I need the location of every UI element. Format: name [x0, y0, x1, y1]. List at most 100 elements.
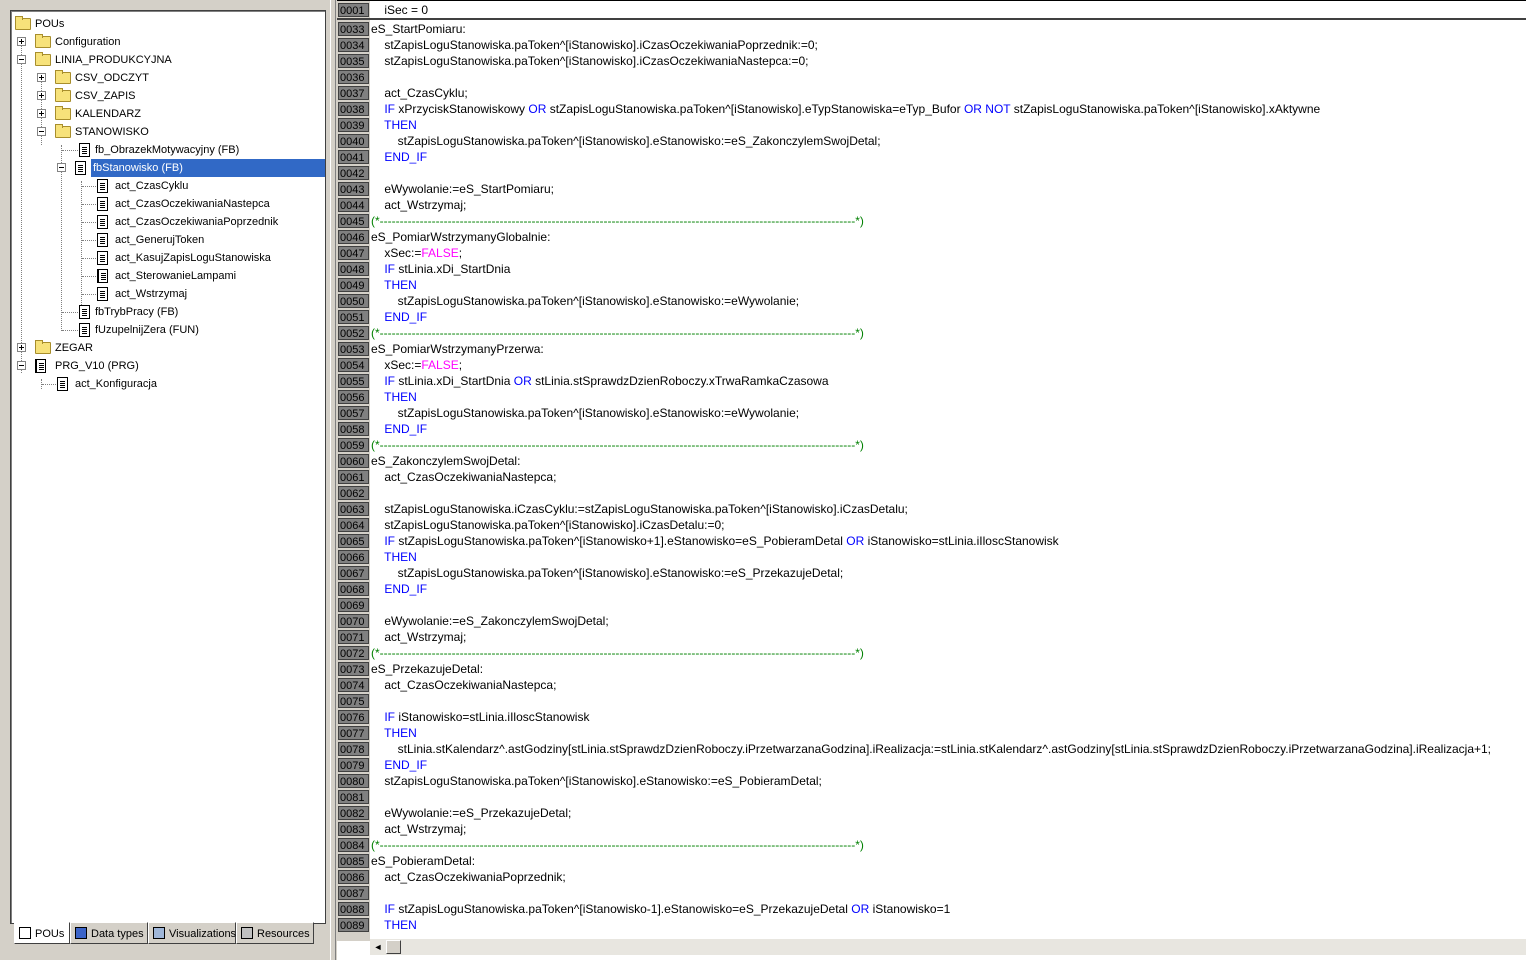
- code-line[interactable]: 0079 END_IF: [337, 757, 1526, 773]
- code-editor[interactable]: 0001 iSec = 0 0033 eS_StartPomiaru: 0034 s…: [337, 0, 1526, 960]
- code-line[interactable]: 0058 END_IF: [337, 421, 1526, 437]
- code-line[interactable]: 0076 IF iStanowisko=stLinia.iIloscStanow…: [337, 709, 1526, 725]
- code-line[interactable]: 0034 stZapisLoguStanowiska.paToken^[iSta…: [337, 37, 1526, 53]
- code-line[interactable]: 0001 iSec = 0: [337, 2, 1526, 18]
- code-line[interactable]: 0056 THEN: [337, 389, 1526, 405]
- code-line[interactable]: 0057 stZapisLoguStanowiska.paToken^[iSta…: [337, 405, 1526, 421]
- line-number: 0073: [338, 662, 369, 676]
- code-line[interactable]: 0064 stZapisLoguStanowiska.paToken^[iSta…: [337, 517, 1526, 533]
- expand-plus-icon[interactable]: [37, 91, 46, 100]
- code-line[interactable]: 0073 eS_PrzekazujeDetal:: [337, 661, 1526, 677]
- code-line[interactable]: 0036: [337, 69, 1526, 85]
- code-text: THEN: [384, 726, 417, 740]
- code-line[interactable]: 0065 IF stZapisLoguStanowiska.paToken^[i…: [337, 533, 1526, 549]
- code-line[interactable]: 0040 stZapisLoguStanowiska.paToken^[iSta…: [337, 133, 1526, 149]
- code-text: eS_PrzekazujeDetal:: [371, 662, 484, 676]
- pou-icon: [19, 927, 31, 939]
- line-number: 0061: [338, 470, 369, 484]
- code-text: act_CzasOczekiwaniaNastepca;: [371, 678, 557, 692]
- code-line[interactable]: 0081: [337, 789, 1526, 805]
- code-line[interactable]: 0089 THEN: [337, 917, 1526, 933]
- code-line[interactable]: 0046 eS_PomiarWstrzymanyGlobalnie:: [337, 229, 1526, 245]
- tree-item-label: PRG_V10 (PRG): [55, 360, 139, 372]
- code-line[interactable]: 0055 IF stLinia.xDi_StartDnia OR stLinia…: [337, 373, 1526, 389]
- code-line[interactable]: 0041 END_IF: [337, 149, 1526, 165]
- code-line[interactable]: 0054 xSec:=FALSE;: [337, 357, 1526, 373]
- code-text: THEN: [384, 918, 417, 932]
- expand-plus-icon[interactable]: [17, 343, 26, 352]
- collapse-minus-icon[interactable]: [37, 127, 46, 136]
- code-line[interactable]: 0049 THEN: [337, 277, 1526, 293]
- collapse-minus-icon[interactable]: [57, 163, 66, 172]
- code-line[interactable]: 0061 act_CzasOczekiwaniaNastepca;: [337, 469, 1526, 485]
- pane-splitter[interactable]: [330, 0, 336, 960]
- expand-plus-icon[interactable]: [17, 37, 26, 46]
- code-line[interactable]: 0039 THEN: [337, 117, 1526, 133]
- code-line[interactable]: 0047 xSec:=FALSE;: [337, 245, 1526, 261]
- document-icon: [79, 323, 90, 337]
- code-line[interactable]: 0072 (*----------------------------------…: [337, 645, 1526, 661]
- editor-border: [337, 0, 1526, 1]
- code-line[interactable]: 0083 act_Wstrzymaj;: [337, 821, 1526, 837]
- code-line[interactable]: 0059 (*----------------------------------…: [337, 437, 1526, 453]
- code-text: END_IF: [384, 422, 428, 436]
- tab-resources[interactable]: Resources: [236, 922, 314, 944]
- tab-visualizations[interactable]: Visualizations: [148, 922, 236, 944]
- declaration-separator[interactable]: [337, 18, 1526, 20]
- code-line[interactable]: 0060 eS_ZakonczylemSwojDetal:: [337, 453, 1526, 469]
- collapse-minus-icon[interactable]: [17, 55, 26, 64]
- horizontal-scrollbar[interactable]: ◄: [370, 938, 1526, 955]
- pou-tree[interactable]: POUs Configuration LINIA_PRODUKCYJNA CSV…: [10, 10, 326, 924]
- line-number: 0076: [338, 710, 369, 724]
- line-number: 0070: [338, 614, 369, 628]
- code-line[interactable]: 0063 stZapisLoguStanowiska.iCzasCyklu:=s…: [337, 501, 1526, 517]
- code-line[interactable]: 0053 eS_PomiarWstrzymanyPrzerwa:: [337, 341, 1526, 357]
- scroll-left-arrow-icon[interactable]: ◄: [370, 939, 386, 955]
- expand-plus-icon[interactable]: [37, 109, 46, 118]
- code-line[interactable]: 0033 eS_StartPomiaru:: [337, 21, 1526, 37]
- code-line[interactable]: 0066 THEN: [337, 549, 1526, 565]
- code-line[interactable]: 0067 stZapisLoguStanowiska.paToken^[iSta…: [337, 565, 1526, 581]
- code-text: act_Wstrzymaj;: [371, 198, 467, 212]
- code-line[interactable]: 0035 stZapisLoguStanowiska.paToken^[iSta…: [337, 53, 1526, 69]
- code-line[interactable]: 0048 IF stLinia.xDi_StartDnia: [337, 261, 1526, 277]
- code-line[interactable]: 0087: [337, 885, 1526, 901]
- code-text: iSec = 0: [371, 3, 429, 17]
- tab-data-types[interactable]: Data types: [70, 922, 148, 944]
- code-line[interactable]: 0086 act_CzasOczekiwaniaPoprzednik;: [337, 869, 1526, 885]
- code-line[interactable]: 0085 eS_PobieramDetal:: [337, 853, 1526, 869]
- code-line[interactable]: 0071 act_Wstrzymaj;: [337, 629, 1526, 645]
- folder-icon: [55, 88, 71, 102]
- code-line[interactable]: 0084 (*----------------------------------…: [337, 837, 1526, 853]
- code-line[interactable]: 0045 (*----------------------------------…: [337, 213, 1526, 229]
- code-line[interactable]: 0077 THEN: [337, 725, 1526, 741]
- code-line[interactable]: 0037 act_CzasCyklu;: [337, 85, 1526, 101]
- code-line[interactable]: 0052 (*----------------------------------…: [337, 325, 1526, 341]
- code-text: IF stZapisLoguStanowiska.paToken^[iStano…: [384, 902, 951, 916]
- code-text: stZapisLoguStanowiska.paToken^[iStanowis…: [371, 406, 800, 420]
- code-line[interactable]: 0078 stLinia.stKalendarz^.astGodziny[stL…: [337, 741, 1526, 757]
- scrollbar-thumb[interactable]: [386, 940, 401, 954]
- tab-pous[interactable]: POUs: [14, 922, 70, 944]
- code-line[interactable]: 0088 IF stZapisLoguStanowiska.paToken^[i…: [337, 901, 1526, 917]
- code-line[interactable]: 0069: [337, 597, 1526, 613]
- code-line[interactable]: 0068 END_IF: [337, 581, 1526, 597]
- code-line[interactable]: 0042: [337, 165, 1526, 181]
- collapse-minus-icon[interactable]: [17, 361, 26, 370]
- code-line[interactable]: 0051 END_IF: [337, 309, 1526, 325]
- code-line[interactable]: 0062: [337, 485, 1526, 501]
- expand-plus-icon[interactable]: [37, 73, 46, 82]
- code-line[interactable]: 0070 eWywolanie:=eS_ZakonczylemSwojDetal…: [337, 613, 1526, 629]
- code-line[interactable]: 0050 stZapisLoguStanowiska.paToken^[iSta…: [337, 293, 1526, 309]
- code-text: IF stLinia.xDi_StartDnia OR stLinia.stSp…: [384, 374, 829, 388]
- tree-item-label: fb_ObrazekMotywacyjny (FB): [95, 144, 240, 156]
- code-line[interactable]: 0075: [337, 693, 1526, 709]
- code-line[interactable]: 0082 eWywolanie:=eS_PrzekazujeDetal;: [337, 805, 1526, 821]
- line-number: 0068: [338, 582, 369, 596]
- code-line[interactable]: 0044 act_Wstrzymaj;: [337, 197, 1526, 213]
- code-line[interactable]: 0074 act_CzasOczekiwaniaNastepca;: [337, 677, 1526, 693]
- code-line[interactable]: 0038 IF xPrzyciskStanowiskowy OR stZapis…: [337, 101, 1526, 117]
- code-line[interactable]: 0080 stZapisLoguStanowiska.paToken^[iSta…: [337, 773, 1526, 789]
- document-icon: [97, 287, 108, 301]
- code-line[interactable]: 0043 eWywolanie:=eS_StartPomiaru;: [337, 181, 1526, 197]
